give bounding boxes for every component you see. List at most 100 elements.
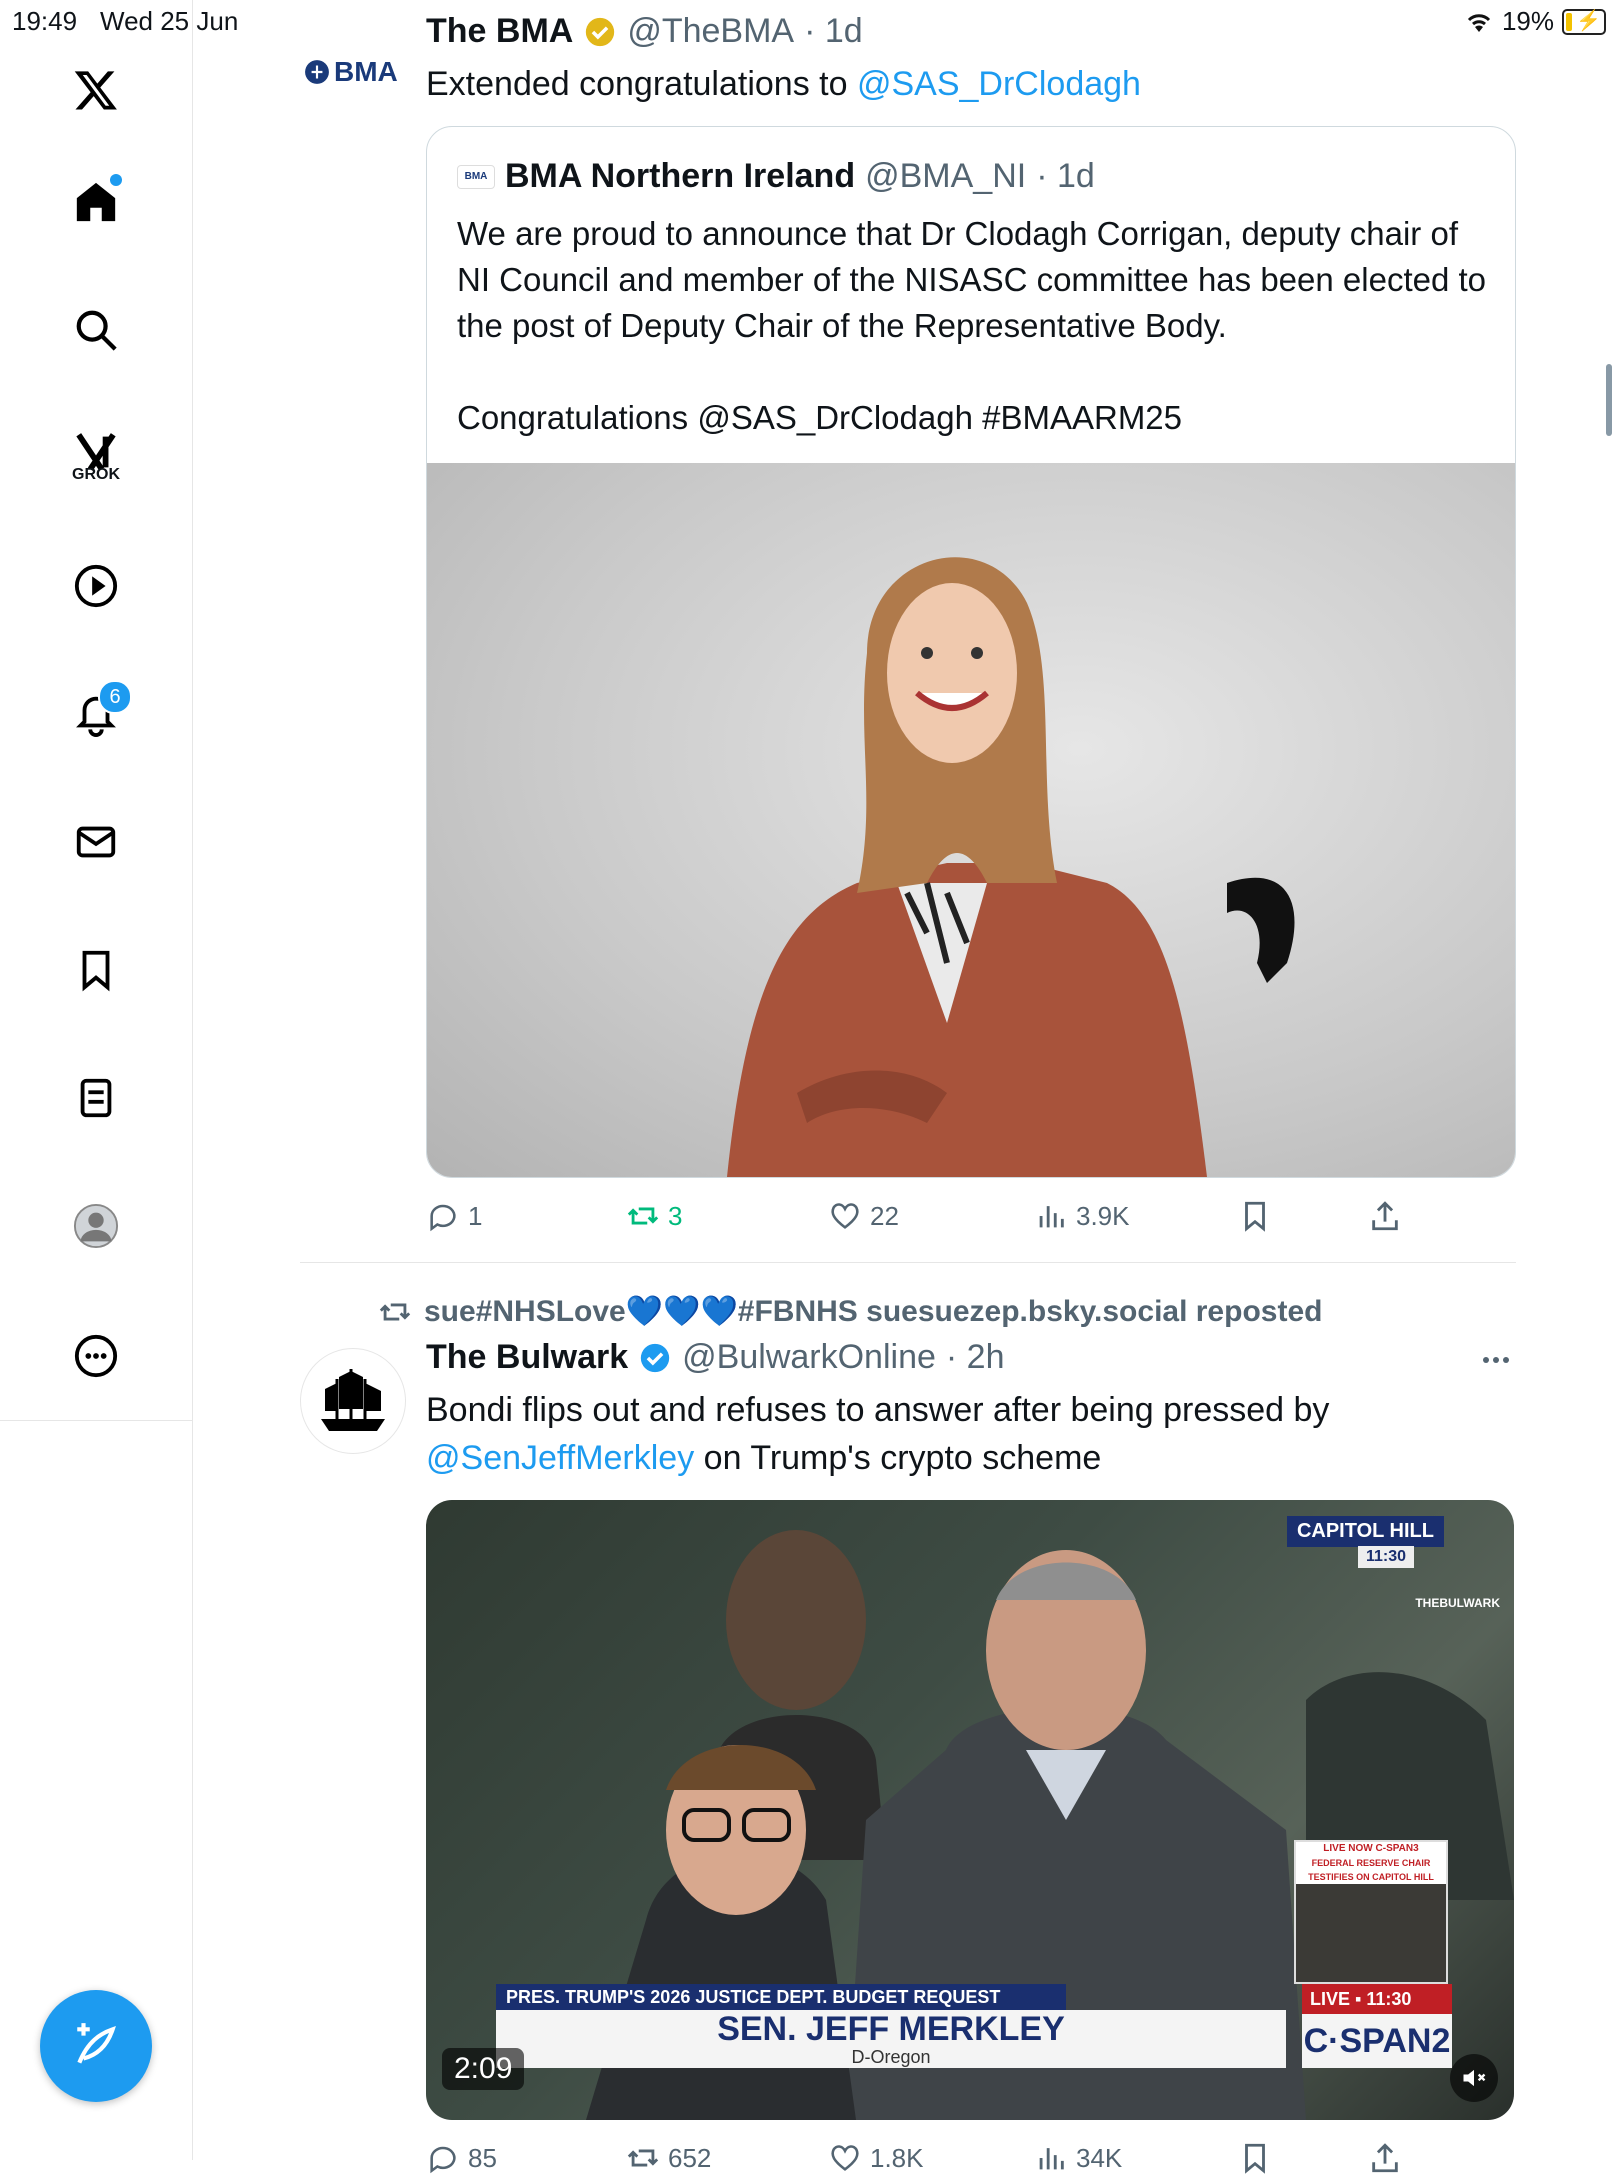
views-count: 3.9K bbox=[1076, 1200, 1130, 1231]
video-player[interactable]: CAPITOL HILL 11:30 THEBULWARK LIVE NOW C… bbox=[426, 1500, 1514, 2120]
scrollbar-thumb[interactable] bbox=[1606, 364, 1612, 436]
repost-count: 3 bbox=[668, 1200, 683, 1231]
sidebar: GROK 6 bbox=[0, 0, 193, 2160]
bma-avatar[interactable]: BMA bbox=[304, 52, 400, 92]
quote-photo[interactable] bbox=[427, 463, 1515, 1177]
wifi-icon bbox=[1467, 13, 1491, 32]
video-duration: 2:09 bbox=[442, 2048, 525, 2090]
repost-button[interactable]: 3 bbox=[626, 1199, 682, 1233]
heart-icon bbox=[831, 2145, 859, 2171]
battery-percent: 19% bbox=[1501, 6, 1554, 36]
author-name[interactable]: The BMA bbox=[426, 12, 573, 51]
bookmark-icon bbox=[1245, 1201, 1265, 1232]
mention-link[interactable]: @SenJeffMerkley bbox=[426, 1439, 694, 1477]
repost-context-icon bbox=[379, 1303, 411, 1320]
share-icon bbox=[1372, 1201, 1398, 1231]
repost-context: sue#NHSLove💙💙💙#FBNHS suesuezep.bsky.soci… bbox=[378, 1294, 1322, 1329]
search-icon[interactable] bbox=[66, 300, 126, 360]
notifications-badge: 6 bbox=[98, 680, 132, 714]
lower-third-name: SEN. JEFF MERKLEY bbox=[717, 2010, 1065, 2048]
tweet-time[interactable]: · 2h bbox=[946, 1338, 1005, 1377]
repost-icon bbox=[627, 1207, 659, 1225]
share-button[interactable] bbox=[1368, 1199, 1402, 1233]
views-button[interactable]: 3.9K bbox=[1034, 1199, 1130, 1233]
reply-button[interactable]: 1 bbox=[426, 1199, 482, 1233]
home-unread-dot bbox=[110, 174, 122, 186]
quote-header: BMA BMA Northern Ireland @BMA_NI · 1d bbox=[457, 157, 1095, 196]
bulwark-avatar[interactable] bbox=[300, 1348, 406, 1454]
battery-fill bbox=[1566, 12, 1572, 31]
bookmark-icon bbox=[1245, 2143, 1265, 2174]
messages-envelope-icon[interactable] bbox=[66, 812, 126, 872]
sidebar-divider bbox=[0, 1420, 192, 1421]
tweet-text: Extended congratulations to @SAS_DrCloda… bbox=[426, 60, 1141, 108]
mute-button[interactable] bbox=[1450, 2054, 1498, 2102]
compose-feather-icon bbox=[77, 2023, 116, 2064]
home-icon[interactable] bbox=[66, 172, 126, 232]
tweet-more-options-icon[interactable] bbox=[1480, 1352, 1512, 1368]
notifications-bell-icon[interactable]: 6 bbox=[66, 680, 132, 744]
capitol-hill-tag: CAPITOL HILL bbox=[1286, 1516, 1444, 1547]
verified-blue-badge-icon bbox=[641, 1343, 670, 1372]
bma-logo-icon bbox=[305, 60, 329, 84]
tweet-text: Bondi flips out and refuses to answer af… bbox=[426, 1386, 1506, 1482]
author-handle[interactable]: @BulwarkOnline bbox=[682, 1338, 936, 1377]
capitol-time-tag: 11:30 bbox=[1357, 1546, 1414, 1568]
share-button[interactable] bbox=[1368, 2141, 1402, 2175]
bookmarks-icon[interactable] bbox=[66, 940, 126, 1000]
more-options-icon[interactable] bbox=[66, 1326, 126, 1386]
live-tag: LIVE ▪ 11:30 bbox=[1302, 1984, 1452, 2014]
lower-third-top: PRES. TRUMP'S 2026 JUSTICE DEPT. BUDGET … bbox=[496, 1984, 1066, 2010]
author-handle[interactable]: @TheBMA bbox=[627, 12, 794, 51]
reply-button[interactable]: 85 bbox=[426, 2141, 497, 2175]
tweet-actions: 1 3 22 3.9K bbox=[426, 1196, 1514, 1236]
views-count: 34K bbox=[1076, 2142, 1123, 2173]
ship-logo-icon bbox=[321, 1369, 385, 1431]
heart-icon bbox=[831, 1203, 859, 1229]
tweet-text-line-2: on Trump's crypto scheme bbox=[694, 1439, 1102, 1477]
tweet-text-prefix: Extended congratulations to bbox=[426, 65, 857, 103]
bookmark-button[interactable] bbox=[1238, 1199, 1272, 1233]
compose-post-button[interactable] bbox=[40, 1990, 152, 2102]
tweet-header: The BMA @TheBMA · 1d bbox=[426, 12, 863, 51]
repost-icon bbox=[627, 2149, 659, 2167]
views-button[interactable]: 34K bbox=[1034, 2141, 1122, 2175]
tweet-time[interactable]: · 1d bbox=[804, 12, 863, 51]
repost-button[interactable]: 652 bbox=[626, 2141, 711, 2175]
bookmark-button[interactable] bbox=[1238, 2141, 1272, 2175]
quote-author-handle[interactable]: @BMA_NI bbox=[865, 157, 1026, 196]
mention-link[interactable]: @SAS_DrClodagh bbox=[857, 65, 1141, 103]
status-right: 19% ⚡ bbox=[1464, 6, 1606, 37]
views-chart-icon bbox=[1039, 2148, 1064, 2170]
charging-icon: ⚡ bbox=[1576, 9, 1601, 32]
quoted-tweet[interactable]: BMA BMA Northern Ireland @BMA_NI · 1d We… bbox=[426, 126, 1516, 1178]
profile-avatar-icon[interactable] bbox=[66, 1196, 126, 1256]
quote-author-name[interactable]: BMA Northern Ireland bbox=[505, 157, 855, 196]
tweet-text-line-1: Bondi flips out and refuses to answer af… bbox=[426, 1391, 1330, 1429]
grok-label: GROK bbox=[72, 466, 120, 483]
grok-icon[interactable]: GROK bbox=[66, 422, 126, 483]
quote-text: We are proud to announce that Dr Clodagh… bbox=[457, 211, 1487, 441]
tweet-header: The Bulwark @BulwarkOnline · 2h bbox=[426, 1338, 1005, 1377]
quote-paragraph-2: Congratulations @SAS_DrClodagh #BMAARM25 bbox=[457, 399, 1183, 436]
cspan-bug: LIVE ▪ 11:30 C·SPAN2 bbox=[1302, 1984, 1452, 2068]
repost-context-text[interactable]: sue#NHSLove💙💙💙#FBNHS suesuezep.bsky.soci… bbox=[424, 1294, 1322, 1329]
x-logo-icon[interactable] bbox=[66, 60, 126, 120]
tweet-actions: 85 652 1.8K 34K bbox=[426, 2138, 1514, 2178]
lower-third-main: SEN. JEFF MERKLEY D-Oregon bbox=[496, 2010, 1286, 2068]
lists-icon[interactable] bbox=[66, 1068, 126, 1128]
quote-time[interactable]: · 1d bbox=[1036, 157, 1095, 196]
lower-third-sub: D-Oregon bbox=[851, 2047, 931, 2067]
like-button[interactable]: 1.8K bbox=[828, 2141, 924, 2175]
like-count: 22 bbox=[870, 1200, 899, 1231]
author-name[interactable]: The Bulwark bbox=[426, 1338, 628, 1377]
reply-count: 1 bbox=[468, 1200, 483, 1231]
lower-third-caption: PRES. TRUMP'S 2026 JUSTICE DEPT. BUDGET … bbox=[496, 1984, 1286, 2068]
cspan2-logo: C·SPAN2 bbox=[1302, 2014, 1452, 2068]
like-count: 1.8K bbox=[870, 2142, 924, 2173]
bma-ni-avatar[interactable]: BMA bbox=[457, 164, 495, 189]
video-play-icon[interactable] bbox=[66, 556, 126, 616]
reply-count: 85 bbox=[468, 2142, 497, 2173]
like-button[interactable]: 22 bbox=[828, 1199, 899, 1233]
quote-paragraph-1: We are proud to announce that Dr Clodagh… bbox=[457, 215, 1487, 344]
